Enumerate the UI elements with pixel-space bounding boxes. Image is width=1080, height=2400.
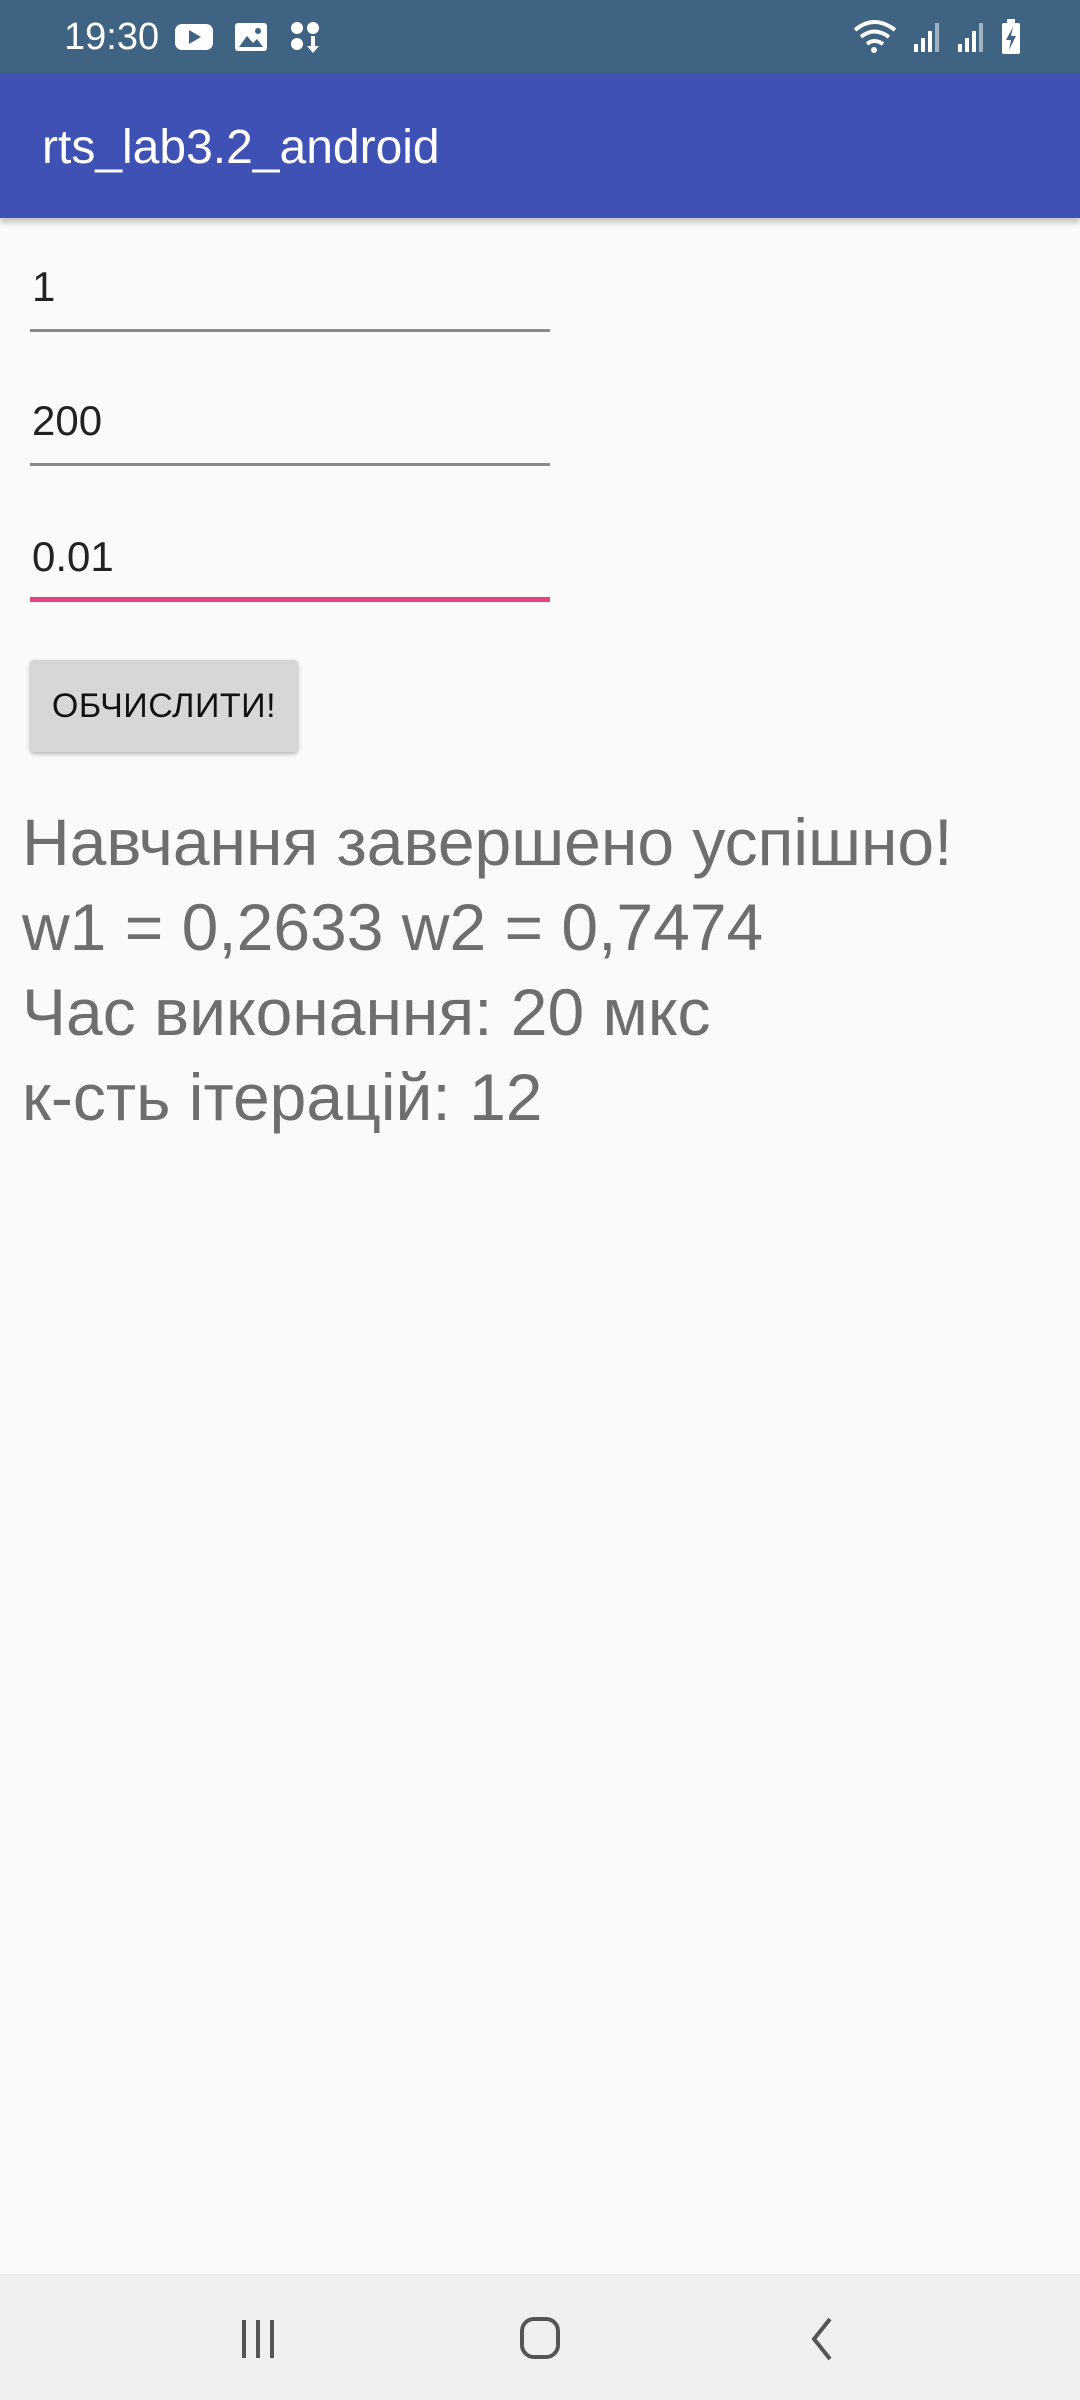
app-title: rts_lab3.2_android [42,121,440,174]
status-time: 19:30 [64,16,160,58]
input-field-3[interactable]: 0.01 [30,532,550,602]
home-icon[interactable] [510,2314,570,2364]
app-bar: rts_lab3.2_android [0,74,1080,218]
input-field-1-value: 1 [32,263,56,310]
result-time: Час виконання: 20 мкс [22,975,711,1049]
gallery-icon [234,22,268,57]
input-underline [30,329,550,332]
back-icon[interactable] [792,2314,852,2364]
result-weights: w1 = 0,2633 w2 = 0,7474 [22,890,764,964]
result-text: Навчання завершено успішно! w1 = 0,2633 … [22,800,1072,1140]
status-bar: 19:30 [0,0,1080,74]
input-underline-focused [30,597,550,602]
result-status: Навчання завершено успішно! [22,805,953,879]
wifi-icon [852,18,898,61]
input-field-3-value: 0.01 [32,533,114,580]
signal-icon [956,20,986,59]
input-field-2[interactable]: 200 [30,396,550,466]
app-store-icon [288,20,322,59]
system-icons [852,18,1022,61]
input-field-2-value: 200 [32,397,103,444]
calculate-button[interactable]: ОБЧИСЛИТИ! [30,660,298,752]
input-underline [30,463,550,466]
notification-icons [174,20,322,59]
recents-icon[interactable] [228,2314,288,2364]
navigation-bar [0,2274,1080,2400]
result-iterations: к-сть ітерацій: 12 [22,1060,543,1134]
signal-icon [912,20,942,59]
youtube-icon [174,22,214,57]
input-field-1[interactable]: 1 [30,262,550,332]
battery-charging-icon [1000,18,1022,61]
